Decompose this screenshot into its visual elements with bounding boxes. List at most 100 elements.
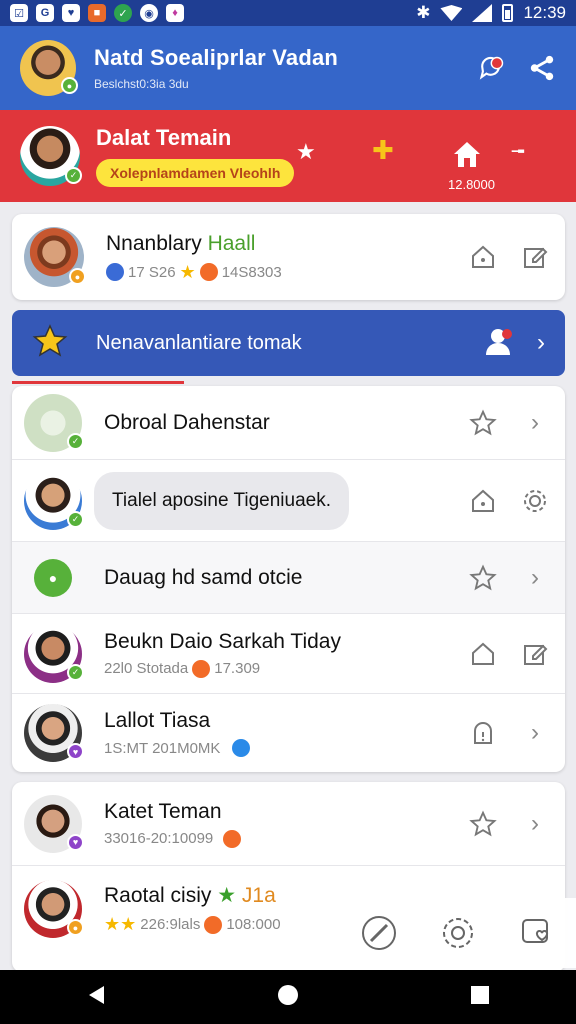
contact-meta: 33016-20:10099 (104, 829, 242, 848)
edit-icon[interactable] (521, 640, 549, 668)
contact-name: Beukn Daio Sarkah Tiday (104, 629, 341, 653)
contact-avatar: ✓ (24, 393, 84, 452)
app-notification-icon: G (36, 4, 54, 22)
settings-gear-icon[interactable] (438, 913, 478, 953)
emoji-icon (204, 915, 223, 934)
banner-title: Dalat Temain (96, 125, 232, 150)
online-badge: ● (61, 77, 78, 94)
online-badge: ✓ (67, 432, 84, 450)
online-badge: ✓ (67, 663, 84, 681)
contact-meta: 22l0 Stotada 17.309 (104, 659, 261, 678)
app-notification-icon: ♦ (166, 4, 184, 22)
contact-avatar: ♥ (24, 704, 84, 762)
message-heart-icon[interactable] (517, 913, 557, 953)
profile-avatar[interactable]: ● (20, 40, 78, 96)
home-outline-icon[interactable] (469, 243, 497, 271)
alert-lock-icon[interactable] (469, 719, 497, 747)
chevron-right-icon[interactable]: › (537, 329, 545, 357)
bluetooth-icon: ✱ (416, 3, 431, 22)
list-item[interactable]: ♥ Katet Teman 33016-20:10099 › (12, 782, 565, 866)
contact-avatar: ● (24, 227, 86, 287)
app-notification-icon: ■ (88, 4, 106, 22)
featured-banner[interactable]: ✓ Dalat Temain Xolepnlamdamen Vleohlh ★ … (0, 110, 576, 202)
star-icon[interactable]: ★ (296, 139, 316, 165)
attach-icon[interactable] (359, 913, 399, 953)
chevron-right-icon[interactable]: › (521, 719, 549, 747)
notification-icons: ☑ G ♥ ■ ✓ ◉ ♦ (10, 4, 184, 22)
status-bar: ☑ G ♥ ■ ✓ ◉ ♦ ✱ 12:39 (0, 0, 576, 26)
chevron-right-icon[interactable]: › (521, 564, 549, 592)
status-badge: ● (67, 919, 84, 936)
wifi-icon (440, 5, 463, 21)
recents-icon[interactable] (470, 985, 490, 1010)
app-title: Natd Soealiprlar Vadan (94, 45, 339, 70)
promo-label: Nenavanlantiare tomak (96, 331, 302, 354)
emoji-icon (223, 829, 242, 848)
star-icon: ★ (217, 884, 237, 907)
quick-actions (340, 898, 576, 968)
contact-name: Nnanblary Haall (106, 231, 256, 255)
home-icon[interactable] (451, 139, 483, 176)
emoji-icon (232, 739, 251, 757)
star-outline-icon[interactable] (469, 810, 497, 838)
chat-notification-icon[interactable] (478, 54, 506, 82)
bell-home-icon[interactable] (469, 487, 497, 515)
online-badge: ✓ (65, 167, 82, 184)
status-badge: ♥ (67, 833, 84, 851)
back-icon[interactable] (86, 984, 106, 1011)
list-item[interactable]: ● Nnanblary Haall 17 S26 ★ 14S8303 (12, 214, 565, 300)
top-item-card[interactable]: ● Nnanblary Haall 17 S26 ★ 14S8303 (12, 214, 565, 300)
contact-name: Dauag hd samd otcie (104, 565, 303, 589)
chevron-right-icon[interactable]: › (521, 810, 549, 838)
banner-avatar: ✓ (20, 126, 82, 186)
list-item[interactable]: ✓ Tialel aposine Tigeniuaek. (12, 460, 565, 542)
promo-bar[interactable]: Nenavanlantiare tomak › (12, 310, 565, 376)
home-outline-icon[interactable] (469, 640, 497, 668)
app-header: ● Natd Soealiprlar Vadan Beslchst0:3ia 3… (0, 26, 576, 110)
contact-name: Obroal Dahenstar (104, 410, 270, 434)
star-outline-icon[interactable] (469, 564, 497, 592)
star-icon: ★★ (104, 914, 137, 934)
banner-pill[interactable]: Xolepnlamdamen Vleohlh (96, 159, 295, 187)
progress-indicator (12, 381, 184, 384)
emoji-icon (199, 263, 218, 281)
banner-count: 12.8000 (448, 177, 495, 192)
star-icon (32, 323, 68, 364)
app-notification-icon: ☑ (10, 4, 28, 22)
home-button-icon[interactable] (277, 984, 299, 1011)
avatar-mini-icon (106, 263, 124, 281)
system-nav-bar (0, 970, 576, 1024)
status-time: 12:39 (523, 3, 566, 22)
list-item[interactable]: ● Dauag hd samd otcie › (12, 542, 565, 614)
share-icon[interactable] (528, 54, 556, 82)
emoji-icon (192, 659, 211, 678)
dash-icon[interactable]: ╼ (512, 139, 524, 164)
name-accent: J1a (241, 884, 276, 907)
contact-name: Raotal cisiy ★ J1a (104, 884, 276, 907)
gear-icon[interactable] (521, 487, 549, 515)
contact-avatar: ● (24, 880, 84, 938)
app-notification-icon: ✓ (114, 4, 132, 22)
contact-name: Katet Teman (104, 799, 222, 823)
list-item[interactable]: ✓ Obroal Dahenstar › (12, 386, 565, 460)
name-accent: Haall (207, 231, 256, 255)
app-notification-icon: ♥ (62, 4, 80, 22)
list-item[interactable]: ♥ Lallot Tiasa 1S:MT 201M0MK › (12, 694, 565, 772)
status-badge: ● (69, 268, 86, 285)
contact-avatar: ♥ (24, 794, 84, 853)
list-item[interactable]: ✓ Beukn Daio Sarkah Tiday 22l0 Stotada 1… (12, 614, 565, 694)
edit-icon[interactable] (521, 243, 549, 271)
app-subtitle: Beslchst0:3ia 3du (94, 77, 189, 91)
contact-meta: 17 S26 ★ 14S8303 (106, 262, 282, 283)
star-outline-icon[interactable] (469, 409, 497, 437)
user-alert-icon[interactable] (483, 325, 515, 362)
app-notification-icon: ◉ (140, 4, 158, 22)
contact-name: Lallot Tiasa (104, 709, 211, 732)
plus-star-icon[interactable]: ✚ (372, 135, 394, 166)
chevron-right-icon[interactable]: › (521, 409, 549, 437)
star-icon: ★ (179, 261, 196, 282)
battery-icon (502, 4, 514, 22)
message-bubble[interactable]: Tialel aposine Tigeniuaek. (94, 471, 349, 530)
contact-meta: ★★ 226:9lals 108:000 (104, 914, 281, 934)
app-logo-icon: ● (34, 558, 72, 597)
